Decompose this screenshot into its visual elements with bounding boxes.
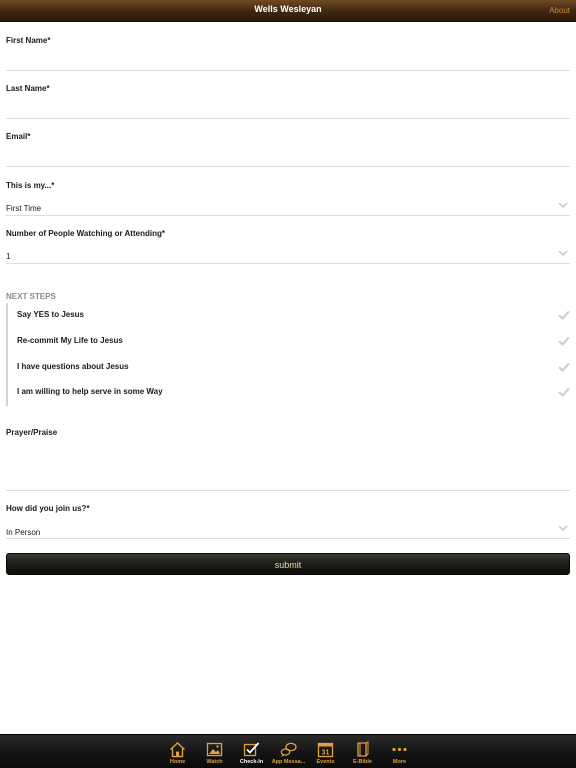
tab-home[interactable]: Home — [159, 735, 196, 768]
next-step-item[interactable]: Say YES to Jesus — [17, 303, 570, 328]
checkmark-icon — [558, 362, 570, 372]
chevron-down-icon — [558, 525, 568, 531]
people-count-label: Number of People Watching or Attending* — [6, 229, 165, 238]
tab-app-messages[interactable]: App Messa... — [270, 735, 307, 768]
prayer-praise-label: Prayer/Praise — [6, 428, 58, 437]
tab-label: More — [392, 759, 407, 765]
next-step-label: Re-commit My Life to Jesus — [17, 336, 123, 345]
checkbox-icon — [243, 742, 260, 757]
chevron-down-icon — [558, 202, 568, 208]
more-icon — [392, 747, 407, 752]
checkmark-icon — [558, 310, 570, 320]
bottom-tab-bar: Home Watch Check-In App Messa... 31 Even… — [0, 734, 576, 768]
tab-watch[interactable]: Watch — [196, 735, 233, 768]
this-is-my-select[interactable]: This is my...* First Time — [6, 181, 570, 216]
first-name-label: First Name* — [6, 36, 51, 45]
tab-e-bible[interactable]: E-Bible — [344, 735, 381, 768]
last-name-label: Last Name* — [6, 84, 50, 93]
page-title: Wells Wesleyan — [254, 4, 322, 14]
calendar-icon: 31 — [317, 742, 334, 758]
tab-events[interactable]: 31 Events — [307, 735, 344, 768]
checkmark-icon — [558, 387, 570, 397]
next-steps-list: Say YES to Jesus Re-commit My Life to Je… — [6, 303, 570, 406]
next-step-item[interactable]: I am willing to help serve in some Way — [17, 380, 570, 405]
email-field[interactable]: Email* — [6, 132, 570, 167]
book-icon — [357, 741, 369, 757]
next-step-label: I am willing to help serve in some Way — [17, 387, 163, 396]
about-link[interactable]: About — [549, 6, 570, 15]
last-name-field[interactable]: Last Name* — [6, 84, 570, 119]
people-count-value: 1 — [6, 252, 11, 261]
people-count-select[interactable]: Number of People Watching or Attending* … — [6, 229, 570, 264]
next-step-item[interactable]: Re-commit My Life to Jesus — [17, 329, 570, 354]
tab-more[interactable]: More — [381, 735, 418, 768]
this-is-my-label: This is my...* — [6, 181, 55, 190]
next-step-label: Say YES to Jesus — [17, 310, 84, 319]
submit-button[interactable]: submit — [6, 553, 570, 575]
image-icon — [206, 742, 223, 757]
checkmark-icon — [558, 336, 570, 346]
tab-check-in[interactable]: Check-In — [233, 735, 270, 768]
app-header: Wells Wesleyan About — [0, 0, 576, 22]
next-step-label: I have questions about Jesus — [17, 362, 129, 371]
first-name-field[interactable]: First Name* — [6, 36, 570, 71]
this-is-my-value: First Time — [6, 204, 42, 213]
chevron-down-icon — [558, 250, 568, 256]
chat-icon — [280, 742, 297, 757]
next-step-item[interactable]: I have questions about Jesus — [17, 355, 570, 380]
calendar-day: 31 — [322, 750, 330, 757]
home-icon — [170, 742, 185, 758]
email-label: Email* — [6, 132, 31, 141]
join-method-select[interactable]: How did you join us?* In Person — [6, 504, 570, 539]
join-method-label: How did you join us?* — [6, 504, 90, 513]
next-steps-heading: NEXT STEPS — [6, 292, 56, 301]
join-method-value: In Person — [6, 528, 41, 537]
prayer-praise-field[interactable]: Prayer/Praise — [6, 428, 570, 491]
